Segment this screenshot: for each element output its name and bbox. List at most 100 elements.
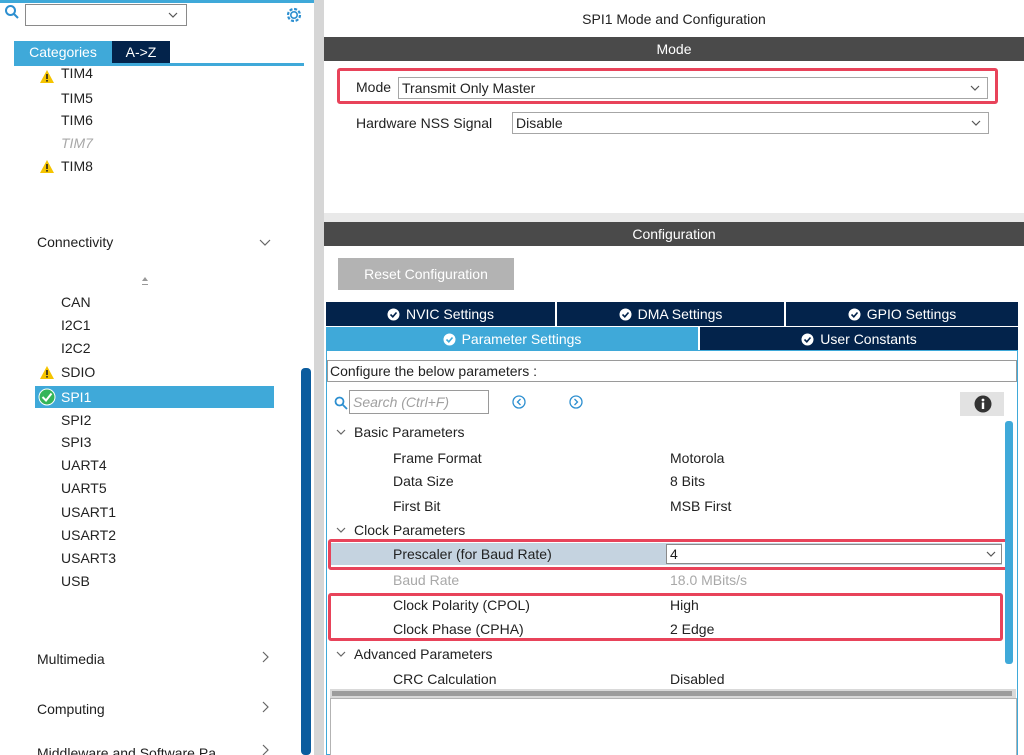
list-item-usart2[interactable]: USART2 xyxy=(61,525,116,545)
param-value[interactable]: 2 Edge xyxy=(670,618,714,640)
group-clock-label: Clock Parameters xyxy=(354,522,466,538)
tab-underline xyxy=(14,63,304,66)
tab-parameter-label: Parameter Settings xyxy=(461,331,582,347)
chevron-down-icon[interactable] xyxy=(258,235,272,249)
mode-select-value: Transmit Only Master xyxy=(402,80,536,96)
tab-dma-label: DMA Settings xyxy=(637,306,723,322)
tab-nvic-settings[interactable]: NVIC Settings xyxy=(326,302,555,326)
param-name: Frame Format xyxy=(393,450,482,466)
param-row-first-bit[interactable]: First Bit MSB First xyxy=(330,495,1002,517)
list-item-tim4[interactable]: TIM4 xyxy=(61,66,93,80)
sort-icon[interactable] xyxy=(141,276,149,288)
category-middleware[interactable]: Middleware and Software Pa... xyxy=(37,745,228,755)
tab-a-to-z[interactable]: A->Z xyxy=(112,41,170,63)
list-item-i2c1[interactable]: I2C1 xyxy=(61,315,91,335)
chevron-down-icon xyxy=(986,551,996,557)
prescaler-select-value: 4 xyxy=(670,546,678,562)
list-item-usb[interactable]: USB xyxy=(61,571,90,591)
check-circle-icon xyxy=(387,308,400,321)
param-name: Clock Phase (CPHA) xyxy=(393,621,524,637)
left-scrollbar-thumb[interactable] xyxy=(301,368,311,755)
list-item-tim6[interactable]: TIM6 xyxy=(61,110,93,130)
check-circle-icon xyxy=(443,333,456,346)
chevron-down-icon xyxy=(971,120,981,126)
param-value[interactable]: MSB First xyxy=(670,495,731,517)
param-value: 18.0 MBits/s xyxy=(670,572,748,588)
group-clock-parameters[interactable]: Clock Parameters xyxy=(336,520,465,540)
list-item-usart1[interactable]: USART1 xyxy=(61,502,116,522)
param-name: CRC Calculation xyxy=(393,671,497,687)
param-row-cpol[interactable]: Clock Polarity (CPOL) High xyxy=(330,594,1002,616)
list-item-uart4[interactable]: UART4 xyxy=(61,455,107,475)
param-value[interactable]: Disabled xyxy=(670,668,724,690)
check-circle-icon xyxy=(619,308,632,321)
param-value[interactable]: High xyxy=(670,594,699,616)
configuration-header: Configuration xyxy=(324,222,1024,246)
list-item-spi1-label[interactable]: SPI1 xyxy=(61,387,91,407)
param-value[interactable]: 8 Bits xyxy=(670,470,705,492)
list-item-can[interactable]: CAN xyxy=(61,292,91,312)
group-advanced-parameters[interactable]: Advanced Parameters xyxy=(336,644,493,664)
chevron-right-icon[interactable] xyxy=(258,743,272,755)
tab-user-constants[interactable]: User Constants xyxy=(700,327,1018,351)
panel-divider[interactable] xyxy=(314,0,324,755)
parameter-description-box xyxy=(330,698,1017,755)
list-item-i2c2[interactable]: I2C2 xyxy=(61,338,91,358)
param-row-prescaler[interactable]: Prescaler (for Baud Rate) 4 xyxy=(330,543,1002,565)
nss-select-value: Disable xyxy=(516,115,563,131)
chevron-down-icon xyxy=(168,12,178,18)
category-computing[interactable]: Computing xyxy=(37,701,105,717)
chevron-down-icon xyxy=(336,651,346,657)
reset-configuration-button[interactable]: Reset Configuration xyxy=(338,258,514,290)
list-item-uart5[interactable]: UART5 xyxy=(61,478,107,498)
parameter-description: Configure the below parameters : xyxy=(327,360,1017,382)
list-item-sdio[interactable]: SDIO xyxy=(61,362,95,382)
tab-categories[interactable]: Categories xyxy=(14,41,112,63)
param-row-cpha[interactable]: Clock Phase (CPHA) 2 Edge xyxy=(330,618,1002,640)
mode-header: Mode xyxy=(324,37,1024,61)
tab-dma-settings[interactable]: DMA Settings xyxy=(557,302,784,326)
list-item-tim7[interactable]: TIM7 xyxy=(61,133,93,153)
tab-parameter-settings[interactable]: Parameter Settings xyxy=(326,327,698,351)
param-row-crc[interactable]: CRC Calculation Disabled xyxy=(330,668,1002,690)
chevron-right-icon[interactable] xyxy=(258,700,272,714)
group-advanced-label: Advanced Parameters xyxy=(354,646,493,662)
chevron-down-icon xyxy=(970,85,980,91)
param-value[interactable]: Motorola xyxy=(670,447,724,469)
panel-title: SPI1 Mode and Configuration xyxy=(582,11,766,27)
category-connectivity[interactable]: Connectivity xyxy=(37,234,113,250)
chevron-right-icon[interactable] xyxy=(258,650,272,664)
search-icon[interactable] xyxy=(4,4,20,20)
list-item-spi3[interactable]: SPI3 xyxy=(61,432,91,452)
group-basic-label: Basic Parameters xyxy=(354,424,465,440)
info-button[interactable] xyxy=(960,392,1004,416)
nss-select[interactable]: Disable xyxy=(512,112,989,134)
prescaler-select[interactable]: 4 xyxy=(666,544,1002,564)
gear-icon[interactable] xyxy=(284,5,304,25)
tab-nvic-label: NVIC Settings xyxy=(406,306,494,322)
list-item-tim5[interactable]: TIM5 xyxy=(61,88,93,108)
param-row-baud-rate: Baud Rate 18.0 MBits/s xyxy=(330,569,1002,591)
next-match-icon[interactable] xyxy=(569,395,583,409)
info-icon xyxy=(974,395,992,413)
previous-match-icon[interactable] xyxy=(512,395,526,409)
list-item-usart3[interactable]: USART3 xyxy=(61,548,116,568)
group-basic-parameters[interactable]: Basic Parameters xyxy=(336,422,464,442)
param-name: Data Size xyxy=(393,473,454,489)
list-item-spi2[interactable]: SPI2 xyxy=(61,410,91,430)
search-combo[interactable] xyxy=(25,4,187,26)
mode-separator xyxy=(324,213,1024,222)
check-circle-icon xyxy=(801,333,814,346)
chevron-down-icon xyxy=(336,429,346,435)
parameter-scrollbar-thumb[interactable] xyxy=(1005,421,1013,664)
horizontal-scrollbar-thumb[interactable] xyxy=(332,691,1012,696)
parameter-search-input[interactable]: Search (Ctrl+F) xyxy=(349,390,489,414)
param-row-frame-format[interactable]: Frame Format Motorola xyxy=(330,447,1002,469)
param-row-data-size[interactable]: Data Size 8 Bits xyxy=(330,470,1002,492)
list-item-tim8[interactable]: TIM8 xyxy=(61,156,93,176)
tab-gpio-settings[interactable]: GPIO Settings xyxy=(786,302,1018,326)
search-icon[interactable] xyxy=(334,396,348,410)
mode-select[interactable]: Transmit Only Master xyxy=(398,77,988,99)
category-multimedia[interactable]: Multimedia xyxy=(37,651,105,667)
warning-icon xyxy=(40,70,54,83)
